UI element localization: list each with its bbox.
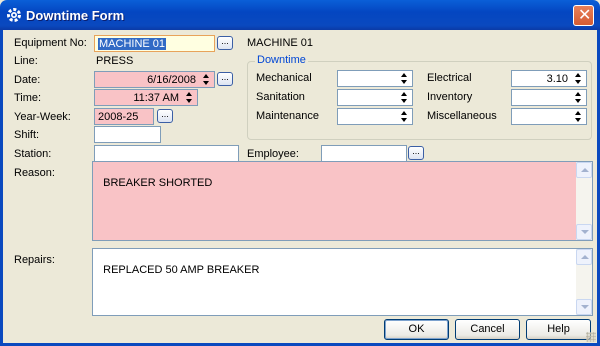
maintenance-spinner[interactable] — [399, 109, 411, 124]
resize-grip[interactable] — [586, 332, 596, 342]
date-input[interactable]: 6/16/2008 — [94, 71, 215, 88]
cancel-button[interactable]: Cancel — [455, 319, 520, 340]
date-value: 6/16/2008 — [147, 74, 196, 86]
line-value: PRESS — [96, 55, 134, 67]
scroll-up-icon[interactable] — [576, 249, 592, 265]
repairs-text: REPLACED 50 AMP BREAKER — [103, 264, 260, 276]
help-button[interactable]: Help — [526, 319, 591, 340]
line-label: Line: — [14, 55, 38, 67]
date-spinner[interactable] — [201, 72, 213, 87]
inventory-label: Inventory — [427, 91, 473, 103]
shift-label: Shift: — [14, 129, 40, 141]
time-label: Time: — [14, 92, 42, 104]
shift-input[interactable] — [94, 126, 161, 143]
repairs-textarea[interactable]: REPLACED 50 AMP BREAKER — [92, 248, 593, 316]
scroll-down-icon[interactable] — [576, 299, 592, 315]
maintenance-label: Maintenance — [256, 110, 319, 122]
ok-button[interactable]: OK — [384, 319, 449, 340]
mechanical-spinner[interactable] — [399, 71, 411, 86]
gear-icon — [7, 8, 21, 22]
equipment-no-label: Equipment No: — [14, 37, 87, 49]
time-value: 11:37 AM — [133, 92, 179, 104]
equipment-description: MACHINE 01 — [247, 37, 314, 49]
equipment-no-input[interactable]: MACHINE 01 — [94, 35, 215, 52]
year-week-input[interactable]: 2008-25 — [94, 108, 154, 125]
reason-label: Reason: — [14, 167, 55, 179]
station-input[interactable] — [94, 145, 239, 162]
window-title: Downtime Form — [26, 8, 125, 23]
employee-label: Employee: — [247, 148, 299, 160]
close-button[interactable]: ✕ — [573, 5, 594, 26]
time-spinner[interactable] — [184, 90, 196, 105]
scroll-down-icon[interactable] — [576, 224, 592, 240]
year-week-value: 2008-25 — [98, 111, 139, 123]
sanitation-label: Sanitation — [256, 91, 305, 103]
employee-lookup-button[interactable]: ... — [408, 146, 424, 160]
close-icon: ✕ — [578, 5, 592, 24]
year-week-lookup-button[interactable]: ... — [157, 109, 173, 123]
time-input[interactable]: 11:37 AM — [94, 89, 198, 106]
equipment-no-value: MACHINE 01 — [98, 38, 167, 50]
employee-input[interactable] — [321, 145, 407, 162]
downtime-group-title: Downtime — [255, 54, 308, 66]
reason-textarea[interactable]: BREAKER SHORTED — [92, 161, 593, 241]
date-label: Date: — [14, 74, 41, 86]
date-picker-button[interactable]: ... — [217, 72, 233, 86]
station-label: Station: — [14, 148, 52, 160]
year-week-label: Year-Week: — [14, 111, 71, 123]
electrical-label: Electrical — [427, 72, 472, 84]
equipment-lookup-button[interactable]: ... — [217, 36, 233, 50]
scroll-up-icon[interactable] — [576, 162, 592, 178]
reason-scrollbar[interactable] — [576, 162, 592, 240]
sanitation-spinner[interactable] — [399, 90, 411, 105]
repairs-label: Repairs: — [14, 254, 55, 266]
electrical-spinner[interactable] — [573, 71, 585, 86]
reason-text: BREAKER SHORTED — [103, 177, 213, 189]
repairs-scrollbar[interactable] — [576, 249, 592, 315]
inventory-spinner[interactable] — [573, 90, 585, 105]
miscellaneous-label: Miscellaneous — [427, 110, 497, 122]
mechanical-label: Mechanical — [256, 72, 312, 84]
miscellaneous-spinner[interactable] — [573, 109, 585, 124]
title-bar: Downtime Form ✕ — [0, 0, 600, 30]
